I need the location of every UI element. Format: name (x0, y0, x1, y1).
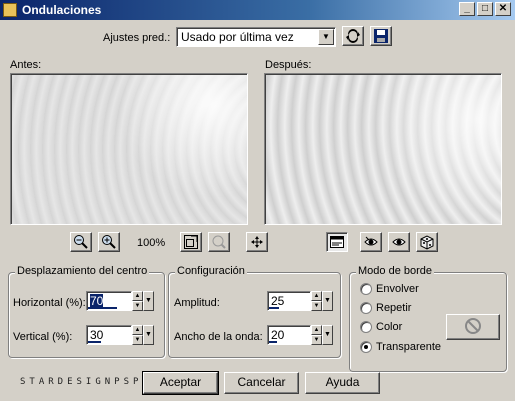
chevron-down-icon[interactable]: ▼ (318, 29, 334, 45)
maximize-button[interactable]: □ (477, 2, 493, 16)
spin-down-icon[interactable]: ▼ (132, 335, 143, 345)
auto-proof-button[interactable] (388, 232, 410, 252)
reset-icon (345, 28, 361, 44)
app-icon (3, 3, 17, 17)
no-color-icon (463, 316, 483, 339)
amplitude-value: 25 (271, 294, 285, 308)
amplitude-label: Amplitud: (174, 297, 220, 309)
zoom-out-button[interactable] (70, 232, 92, 252)
before-label: Antes: (10, 59, 42, 71)
center-offset-title: Desplazamiento del centro (15, 265, 150, 277)
randomize-icon (419, 234, 435, 250)
zoom-in-button[interactable] (98, 232, 120, 252)
center-offset-group: Desplazamiento del centro (8, 265, 165, 358)
configuration-title: Configuración (175, 265, 247, 277)
option-transparente[interactable]: Transparente (376, 341, 441, 353)
horizontal-level (88, 307, 117, 309)
radio-transparente[interactable] (360, 341, 372, 353)
presets-label: Ajustes pred.: (103, 32, 171, 44)
spin-up-icon[interactable]: ▲ (311, 291, 322, 301)
horizontal-updown[interactable]: ▲ ▼ (132, 291, 143, 311)
horizontal-slider-dropdown[interactable]: ▼ (143, 291, 154, 311)
presets-value: Usado por última vez (176, 27, 336, 47)
edge-mode-title: Modo de borde (356, 265, 434, 277)
reset-button[interactable] (342, 26, 364, 46)
option-color[interactable]: Color (376, 321, 402, 333)
save-icon (373, 28, 389, 44)
vertical-level (88, 341, 101, 343)
spin-up-icon[interactable]: ▲ (132, 325, 143, 335)
pan-button[interactable] (246, 232, 268, 252)
save-preset-button[interactable] (370, 26, 392, 46)
horizontal-value: 70 (90, 294, 104, 308)
minimize-button[interactable]: _ (459, 2, 475, 16)
zoom-fit-button[interactable] (180, 232, 202, 252)
wavelength-level (269, 341, 277, 343)
option-envolver[interactable]: Envolver (376, 283, 419, 295)
after-label: Después: (265, 59, 312, 71)
radio-envolver[interactable] (360, 283, 372, 295)
presets-select[interactable]: Usado por última vez ▼ (176, 27, 336, 47)
option-repetir[interactable]: Repetir (376, 302, 411, 314)
wavelength-value: 20 (271, 328, 285, 342)
after-preview[interactable] (264, 73, 502, 225)
vertical-value: 30 (90, 328, 104, 342)
configuration-group: Configuración (168, 265, 341, 358)
vertical-updown[interactable]: ▲ ▼ (132, 325, 143, 345)
wavelength-slider-dropdown[interactable]: ▼ (322, 325, 333, 345)
ok-button[interactable]: Aceptar (142, 371, 219, 395)
amplitude-updown[interactable]: ▲ ▼ (311, 291, 322, 311)
vertical-label: Vertical (%): (13, 331, 73, 343)
watermark: STARDESIGNPSP (20, 377, 143, 387)
color-swatch-button[interactable] (446, 314, 500, 340)
vertical-slider-dropdown[interactable]: ▼ (143, 325, 154, 345)
radio-color[interactable] (360, 321, 372, 333)
randomize-button[interactable] (416, 232, 438, 252)
window-title: Ondulaciones (22, 3, 102, 17)
wavelength-updown[interactable]: ▲ ▼ (311, 325, 322, 345)
auto-proof-icon (391, 234, 407, 250)
before-preview[interactable] (10, 73, 248, 225)
spin-down-icon[interactable]: ▼ (311, 335, 322, 345)
cancel-button[interactable]: Cancelar (224, 372, 299, 394)
zoom-fit-icon (183, 234, 199, 250)
amplitude-spinner[interactable]: 25 ▲ ▼ ▼ (267, 291, 333, 311)
proof-button[interactable] (360, 232, 382, 252)
title-bar[interactable]: Ondulaciones _ □ ✕ (0, 0, 515, 20)
close-button[interactable]: ✕ (495, 2, 511, 16)
spin-down-icon[interactable]: ▼ (311, 301, 322, 311)
zoom-out-icon (73, 234, 89, 250)
help-button[interactable]: Ayuda (305, 372, 380, 394)
spin-up-icon[interactable]: ▲ (311, 325, 322, 335)
zoom-in-icon (101, 234, 117, 250)
horizontal-spinner[interactable]: 70 ▲ ▼ ▼ (86, 291, 154, 311)
zoom-actual-button[interactable] (208, 232, 230, 252)
radio-repetir[interactable] (360, 302, 372, 314)
pan-icon (249, 234, 265, 250)
vertical-spinner[interactable]: 30 ▲ ▼ ▼ (86, 325, 154, 345)
amplitude-level (269, 307, 279, 309)
proof-icon (363, 234, 379, 250)
zoom-level: 100% (137, 237, 166, 249)
zoom-actual-icon (211, 234, 227, 250)
spin-up-icon[interactable]: ▲ (132, 291, 143, 301)
wavelength-label: Ancho de la onda: (174, 331, 263, 343)
horizontal-label: Horizontal (%): (13, 297, 86, 309)
spin-down-icon[interactable]: ▼ (132, 301, 143, 311)
toggle-preview-button[interactable] (326, 232, 348, 252)
wavelength-spinner[interactable]: 20 ▲ ▼ ▼ (267, 325, 333, 345)
toggle-preview-icon (329, 234, 345, 250)
amplitude-slider-dropdown[interactable]: ▼ (322, 291, 333, 311)
